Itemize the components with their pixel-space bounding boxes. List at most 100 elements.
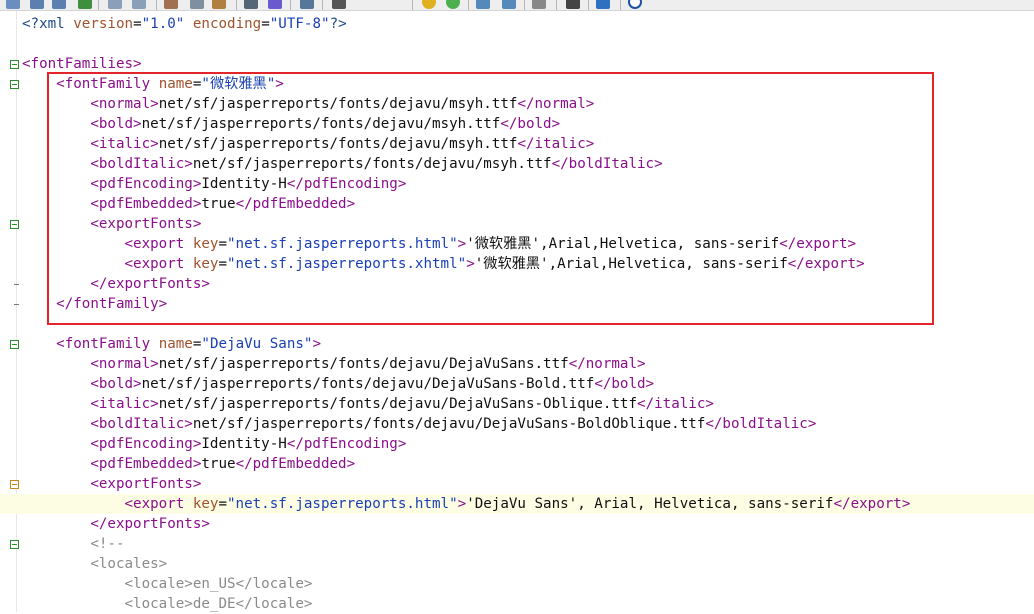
annotation-highlight-box [47, 72, 934, 325]
code-text: <locales> [22, 554, 167, 574]
fold-toggle-icon[interactable] [10, 60, 19, 69]
find-icon[interactable] [244, 0, 258, 9]
xml-token-attr: name [158, 336, 193, 352]
code-line[interactable]: <italic>net/sf/jasperreports/fonts/dejav… [0, 394, 1034, 414]
code-line[interactable]: <?xml version="1.0" encoding="UTF-8"?> [0, 14, 1034, 34]
xml-token-attr: key [192, 496, 219, 512]
new-file-icon[interactable] [6, 0, 20, 9]
code-text: </exportFonts> [22, 514, 210, 534]
code-text: <!-- [22, 534, 125, 554]
xml-editor[interactable]: <?xml version="1.0" encoding="UTF-8"?> <f… [0, 11, 1034, 612]
code-line[interactable]: </exportFonts> [0, 514, 1034, 534]
xml-token-text [184, 16, 193, 32]
xml-token-text [184, 496, 193, 512]
zoom-in-icon[interactable] [476, 0, 490, 9]
xml-token-tag: > [457, 496, 467, 512]
xml-token-comment: <locales> [90, 556, 168, 572]
fold-toggle-icon[interactable] [10, 540, 19, 549]
revert-icon[interactable] [78, 0, 92, 9]
paste-icon[interactable] [212, 0, 226, 9]
xml-token-comment: <locale>en_US</locale> [124, 576, 313, 592]
toolbar-separator [156, 0, 157, 10]
code-line[interactable]: <locale>en_US</locale> [0, 574, 1034, 594]
code-line[interactable]: <export key="net.sf.jasperreports.html">… [0, 494, 1034, 514]
xml-token-tag: > [312, 336, 321, 352]
code-text: <?xml version="1.0" encoding="UTF-8"?> [22, 14, 347, 34]
pin-icon[interactable] [596, 0, 610, 9]
xml-token-tag: <pdfEmbedded> [90, 456, 202, 472]
code-line[interactable]: <boldItalic>net/sf/jasperreports/fonts/d… [0, 414, 1034, 434]
xml-token-tag: <italic> [90, 396, 159, 412]
save-icon[interactable] [30, 0, 44, 9]
fold-toggle-icon[interactable] [10, 340, 19, 349]
toolbar-separator [468, 0, 469, 10]
xml-token-comment: <!-- [90, 536, 125, 552]
xml-token-text: net/sf/jasperreports/fonts/dejavu/DejaVu… [192, 416, 706, 432]
code-text: <fontFamilies> [22, 54, 142, 74]
save-all-icon[interactable] [52, 0, 66, 9]
xml-token-tag: <fontFamily [56, 336, 151, 352]
copy-icon[interactable] [190, 0, 204, 9]
xml-token-tag: <export [124, 496, 185, 512]
zoom-out-icon[interactable] [502, 0, 516, 9]
fold-end-marker [14, 304, 19, 305]
xml-token-text [65, 16, 74, 32]
fold-toggle-icon[interactable] [10, 80, 19, 89]
toolbar-separator [98, 0, 99, 10]
code-line[interactable]: <normal>net/sf/jasperreports/fonts/dejav… [0, 354, 1034, 374]
close-icon[interactable] [628, 0, 642, 9]
xml-token-val: "1.0" [141, 16, 185, 32]
xml-token-tag: </normal> [568, 356, 646, 372]
code-line[interactable]: <fontFamilies> [0, 54, 1034, 74]
code-line[interactable]: <locale>de_DE</locale> [0, 594, 1034, 614]
code-line[interactable]: <pdfEncoding>Identity-H</pdfEncoding> [0, 434, 1034, 454]
xml-token-attr: version [73, 16, 134, 32]
xml-token-tag: <bold> [90, 376, 142, 392]
format-icon[interactable] [532, 0, 546, 9]
toolbar-separator [412, 0, 413, 10]
go-to-icon[interactable] [300, 0, 314, 9]
xml-token-tag: <pdfEncoding> [90, 436, 202, 452]
toolbar-separator [290, 0, 291, 10]
fold-end-marker [14, 284, 19, 285]
macro-icon[interactable] [566, 0, 580, 9]
fold-toggle-icon[interactable] [10, 220, 19, 229]
code-line[interactable]: <exportFonts> [0, 474, 1034, 494]
code-line[interactable]: <pdfEmbedded>true</pdfEmbedded> [0, 454, 1034, 474]
code-line[interactable]: <bold>net/sf/jasperreports/fonts/dejavu/… [0, 374, 1034, 394]
xml-token-pi: ?> [329, 16, 347, 32]
xml-token-val: "net.sf.jasperreports.html" [227, 496, 458, 512]
xml-token-val: "UTF-8" [269, 16, 330, 32]
code-line[interactable]: <locales> [0, 554, 1034, 574]
xml-token-tag: </export> [833, 496, 911, 512]
cut-icon[interactable] [164, 0, 178, 9]
bookmark-icon[interactable] [422, 0, 436, 9]
add-bookmark-icon[interactable] [446, 0, 460, 9]
code-line[interactable] [0, 34, 1034, 54]
code-line[interactable]: <!-- [0, 534, 1034, 554]
xml-token-val: "DejaVu Sans" [201, 336, 313, 352]
xml-token-text: = [261, 16, 270, 32]
code-text: <pdfEmbedded>true</pdfEmbedded> [22, 454, 355, 474]
toolbar-separator [556, 0, 557, 10]
xml-token-text: = [133, 16, 142, 32]
undo-icon[interactable] [108, 0, 122, 9]
xml-token-attr: encoding [192, 16, 262, 32]
redo-icon[interactable] [132, 0, 146, 9]
code-line[interactable]: <fontFamily name="DejaVu Sans"> [0, 334, 1034, 354]
xml-token-tag: </pdfEncoding> [286, 436, 407, 452]
replace-icon[interactable] [268, 0, 282, 9]
toolbar-separator [236, 0, 237, 10]
print-icon[interactable] [332, 0, 346, 9]
fold-toggle-icon[interactable] [10, 480, 19, 489]
